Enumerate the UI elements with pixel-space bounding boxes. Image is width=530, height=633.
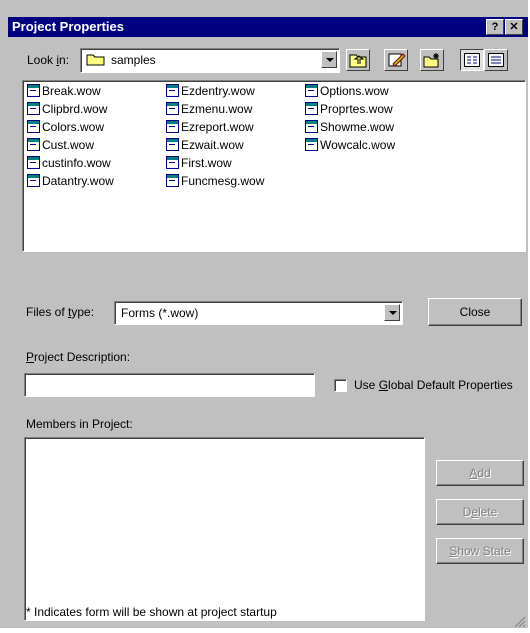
- form-file-icon: [27, 174, 40, 187]
- file-name: Wowcalc.wow: [320, 138, 396, 152]
- details-view-button[interactable]: [484, 49, 508, 71]
- file-name: Break.wow: [42, 84, 101, 98]
- form-file-icon: [305, 84, 318, 97]
- file-name: Showme.wow: [320, 120, 395, 134]
- form-file-icon: [27, 138, 40, 151]
- form-file-icon: [27, 120, 40, 133]
- file-name: Funcmesg.wow: [181, 174, 265, 188]
- form-file-icon: [166, 84, 179, 97]
- form-file-icon: [166, 156, 179, 169]
- up-folder-icon: [349, 52, 367, 73]
- window-title: Project Properties: [12, 19, 124, 34]
- resize-grip-icon[interactable]: [512, 614, 526, 633]
- file-item[interactable]: custinfo.wow: [27, 155, 111, 171]
- form-file-icon: [166, 102, 179, 115]
- form-file-icon: [305, 120, 318, 133]
- form-file-icon: [166, 120, 179, 133]
- file-name: Proprtes.wow: [320, 102, 393, 116]
- edit-button[interactable]: [384, 49, 408, 71]
- file-list[interactable]: Break.wow Clipbrd.wow Colors.wow Cust.wow cu…: [22, 80, 526, 252]
- file-item[interactable]: Ezdentry.wow: [166, 83, 255, 99]
- file-name: First.wow: [181, 156, 232, 170]
- form-file-icon: [305, 138, 318, 151]
- add-button[interactable]: Add: [436, 460, 524, 486]
- file-item[interactable]: Ezreport.wow: [166, 119, 254, 135]
- file-item[interactable]: Showme.wow: [305, 119, 394, 135]
- look-in-dropdown-arrow[interactable]: [321, 51, 337, 68]
- startup-footnote: * Indicates form will be shown at projec…: [26, 605, 277, 619]
- details-view-icon: [488, 53, 504, 72]
- new-folder-icon: [423, 52, 441, 73]
- show-state-button[interactable]: Show State: [436, 538, 524, 564]
- use-global-defaults-checkbox[interactable]: [334, 379, 347, 392]
- form-file-icon: [27, 102, 40, 115]
- form-file-icon: [166, 138, 179, 151]
- files-of-type-label: Files of type:: [26, 305, 95, 319]
- file-item[interactable]: Proprtes.wow: [305, 101, 393, 117]
- folder-icon: [86, 53, 106, 66]
- file-item[interactable]: Cust.wow: [27, 137, 94, 153]
- file-item[interactable]: Ezmenu.wow: [166, 101, 252, 117]
- file-item[interactable]: First.wow: [166, 155, 232, 171]
- members-label: Members in Project:: [26, 417, 133, 431]
- file-name: custinfo.wow: [42, 156, 111, 170]
- project-description-label: Project Description:: [26, 350, 131, 364]
- file-item[interactable]: Ezwait.wow: [166, 137, 244, 153]
- file-name: Ezwait.wow: [181, 138, 244, 152]
- up-one-level-button[interactable]: [346, 49, 370, 71]
- close-button[interactable]: Close: [428, 298, 522, 326]
- look-in-combo[interactable]: samples: [80, 48, 340, 73]
- list-view-icon: [464, 53, 480, 72]
- form-file-icon: [27, 156, 40, 169]
- file-name: Colors.wow: [42, 120, 105, 134]
- file-item[interactable]: Options.wow: [305, 83, 389, 99]
- close-window-button[interactable]: ✕: [505, 19, 523, 35]
- file-name: Ezreport.wow: [181, 120, 254, 134]
- files-of-type-value: Forms (*.wow): [121, 306, 199, 320]
- file-item[interactable]: Funcmesg.wow: [166, 173, 264, 189]
- file-item[interactable]: Colors.wow: [27, 119, 104, 135]
- file-name: Cust.wow: [42, 138, 95, 152]
- members-list[interactable]: [24, 437, 425, 621]
- form-file-icon: [166, 174, 179, 187]
- project-properties-dialog: Project Properties ? ✕ Look in: samples: [0, 0, 528, 628]
- use-global-defaults-label[interactable]: Use Global Default Properties: [354, 378, 513, 392]
- form-file-icon: [305, 102, 318, 115]
- file-item[interactable]: Wowcalc.wow: [305, 137, 395, 153]
- help-button[interactable]: ?: [486, 19, 504, 35]
- file-item[interactable]: Clipbrd.wow: [27, 101, 107, 117]
- list-view-button[interactable]: [460, 49, 484, 71]
- file-name: Options.wow: [320, 84, 389, 98]
- pencil-icon: [388, 52, 406, 73]
- look-in-label: Look in:: [27, 53, 70, 67]
- form-file-icon: [27, 84, 40, 97]
- file-name: Ezdentry.wow: [181, 84, 255, 98]
- files-of-type-combo[interactable]: Forms (*.wow): [114, 301, 403, 325]
- file-name: Clipbrd.wow: [42, 102, 108, 116]
- file-item[interactable]: Datantry.wow: [27, 173, 114, 189]
- delete-button[interactable]: Delete: [436, 499, 524, 525]
- file-name: Datantry.wow: [42, 174, 114, 188]
- files-of-type-dropdown-arrow[interactable]: [384, 304, 400, 321]
- title-bar[interactable]: Project Properties ? ✕: [8, 17, 528, 37]
- look-in-value: samples: [111, 53, 156, 67]
- new-folder-button[interactable]: [420, 49, 444, 71]
- file-item[interactable]: Break.wow: [27, 83, 101, 99]
- file-name: Ezmenu.wow: [181, 102, 253, 116]
- project-description-input[interactable]: [24, 373, 315, 397]
